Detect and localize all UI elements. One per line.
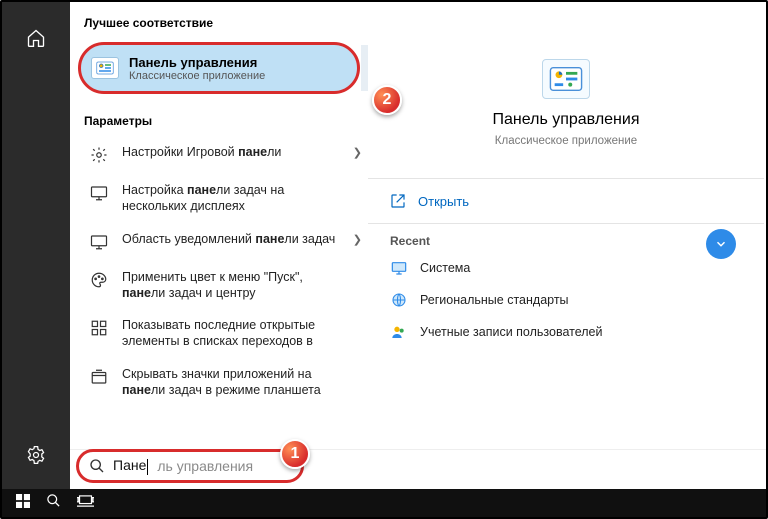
monitor-icon xyxy=(88,182,110,204)
search-suggestion: ль управления xyxy=(157,458,253,474)
open-icon xyxy=(390,193,406,209)
task-view-icon[interactable] xyxy=(77,494,94,513)
result-label: Применить цвет к меню "Пуск", панели зад… xyxy=(122,269,354,302)
recent-label: Система xyxy=(420,261,470,275)
result-label: Показывать последние открытые элементы в… xyxy=(122,317,354,350)
section-recent: Recent xyxy=(368,224,764,252)
settings-result-item[interactable]: Применить цвет к меню "Пуск", панели зад… xyxy=(70,261,368,310)
section-best-match: Лучшее соответствие xyxy=(70,2,368,38)
best-match-title: Панель управления xyxy=(129,55,265,70)
monitor-icon xyxy=(88,231,110,253)
settings-result-item[interactable]: Показывать последние открытые элементы в… xyxy=(70,309,368,358)
settings-result-item[interactable]: Скрывать значки приложений на панели зад… xyxy=(70,358,368,407)
control-panel-icon xyxy=(91,57,119,79)
annotation-badge-1: 1 xyxy=(280,439,310,469)
result-label: Скрывать значки приложений на панели зад… xyxy=(122,366,354,399)
open-preview-arrow[interactable] xyxy=(361,45,368,91)
recent-item[interactable]: Учетные записи пользователей xyxy=(368,316,764,348)
search-icon xyxy=(89,458,105,474)
search-results: Лучшее соответствие Панель управления Кл… xyxy=(70,2,368,459)
list-icon xyxy=(88,317,110,339)
recent-label: Региональные стандарты xyxy=(420,293,569,307)
chevron-right-icon: ❯ xyxy=(353,146,362,159)
search-typed: Пане xyxy=(113,457,149,474)
result-label: Настройка панели задач на нескольких дис… xyxy=(122,182,354,215)
open-action[interactable]: Открыть xyxy=(368,179,764,223)
chevron-right-icon: ❯ xyxy=(353,233,362,246)
open-label: Открыть xyxy=(418,194,469,209)
screen-icon xyxy=(390,259,408,277)
taskbar-search-icon[interactable] xyxy=(46,493,61,513)
preview-hero: Панель управления Классическое приложени… xyxy=(368,28,764,178)
users-icon xyxy=(390,323,408,341)
result-label: Область уведомлений панели задач xyxy=(122,231,351,247)
recent-label: Учетные записи пользователей xyxy=(420,325,603,339)
taskbar xyxy=(2,489,766,517)
settings-result-item[interactable]: Область уведомлений панели задач❯ xyxy=(70,223,368,261)
best-match-subtitle: Классическое приложение xyxy=(129,70,265,82)
home-icon[interactable] xyxy=(16,18,56,58)
search-input[interactable]: Пане ль управления xyxy=(76,449,304,483)
globe-icon xyxy=(390,291,408,309)
start-sidebar xyxy=(2,2,70,489)
section-parameters: Параметры xyxy=(70,100,368,136)
expand-chevron[interactable] xyxy=(706,229,736,259)
start-button[interactable] xyxy=(16,494,30,513)
best-match-item[interactable]: Панель управления Классическое приложени… xyxy=(78,42,360,94)
best-match-text: Панель управления Классическое приложени… xyxy=(129,55,265,82)
recent-item[interactable]: Система xyxy=(368,252,764,284)
settings-result-item[interactable]: Настройка панели задач на нескольких дис… xyxy=(70,174,368,223)
tablet-icon xyxy=(88,366,110,388)
gear-icon xyxy=(88,144,110,166)
result-label: Настройки Игровой панели xyxy=(122,144,297,160)
annotation-badge-2: 2 xyxy=(372,85,402,115)
preview-subtitle: Классическое приложение xyxy=(495,135,637,147)
recent-item[interactable]: Региональные стандарты xyxy=(368,284,764,316)
preview-title: Панель управления xyxy=(493,111,640,129)
palette-icon xyxy=(88,269,110,291)
control-panel-icon xyxy=(542,59,590,99)
preview-pane: Панель управления Классическое приложени… xyxy=(368,28,764,459)
settings-icon[interactable] xyxy=(16,435,56,475)
settings-result-item[interactable]: Настройки Игровой панели ❯ xyxy=(70,136,368,174)
